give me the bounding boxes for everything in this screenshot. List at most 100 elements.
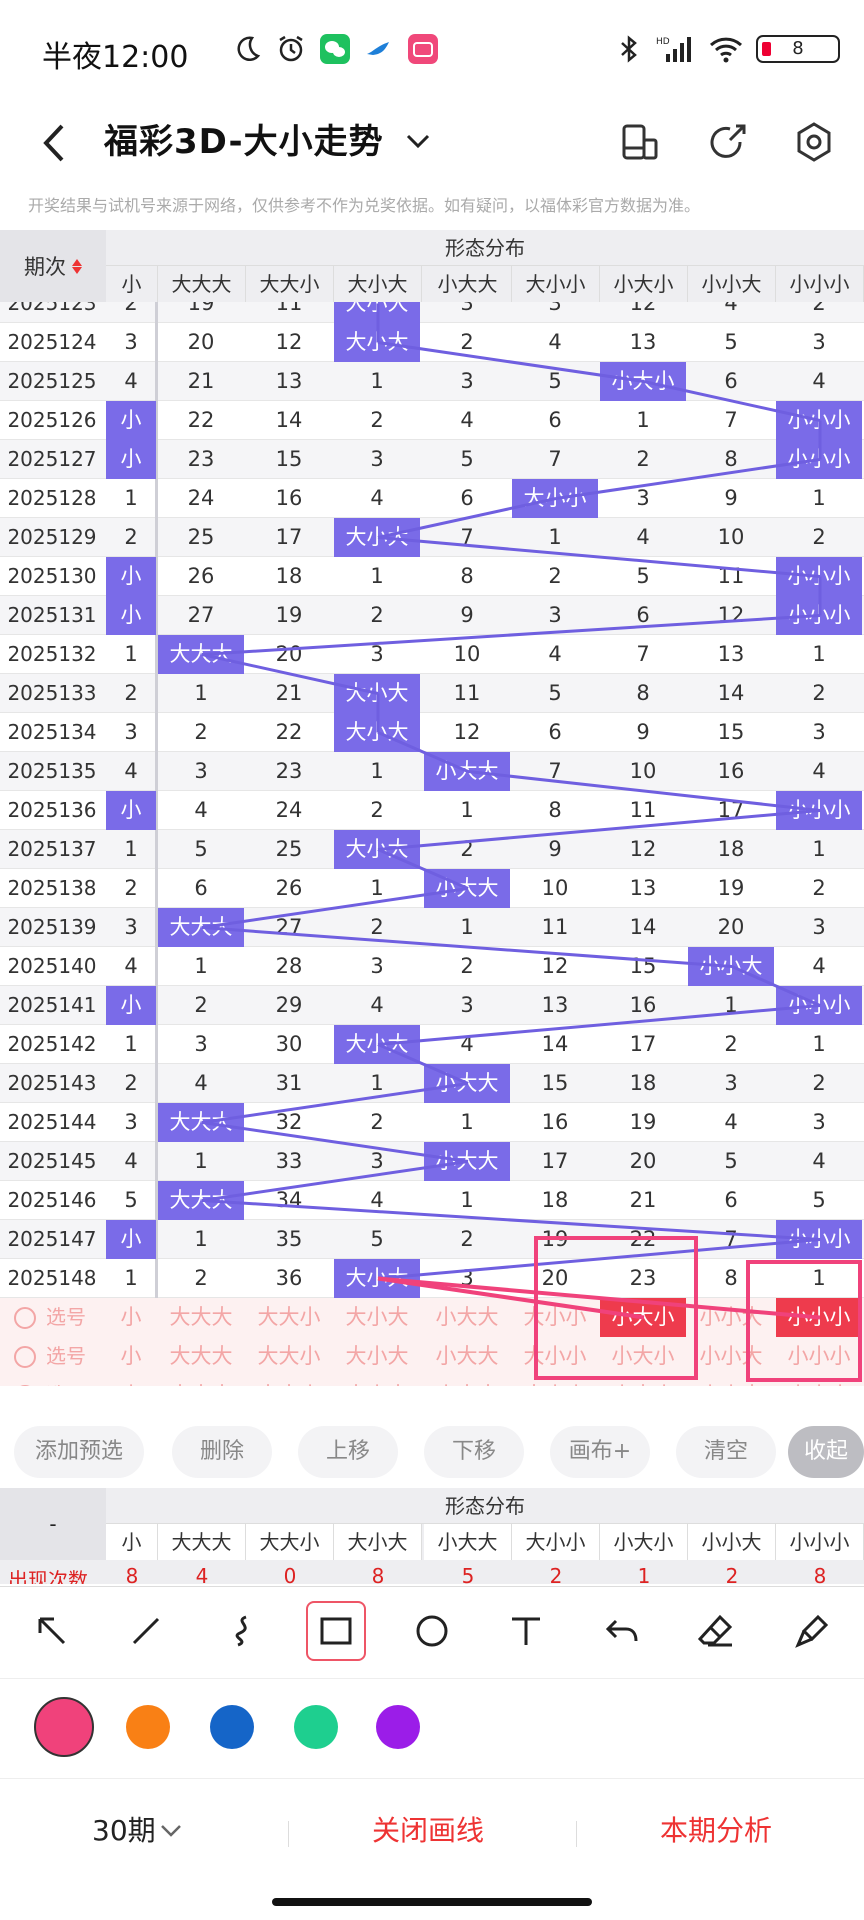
- clock: 半夜12:00: [42, 40, 189, 75]
- footer-bar: 30期 关闭画线 本期分析: [0, 1778, 864, 1882]
- alarm-icon: [279, 35, 303, 62]
- count-label: 出现次数: [8, 1568, 88, 1584]
- color-swatch[interactable]: [34, 1697, 94, 1757]
- share-icon[interactable]: [700, 114, 756, 170]
- notification-icons: [232, 34, 438, 64]
- trend-line: [377, 731, 469, 773]
- period-select-label: 30期: [92, 1814, 156, 1847]
- rectangle-icon[interactable]: [306, 1601, 366, 1661]
- wifi-icon: [709, 37, 743, 63]
- select-arrow-icon[interactable]: [22, 1601, 82, 1661]
- text-icon[interactable]: [496, 1601, 556, 1661]
- left-cut-header: 小: [106, 266, 158, 302]
- count-value: 8: [371, 1564, 385, 1584]
- stats-column-header: 小大小: [600, 1524, 688, 1560]
- trend-line: [377, 497, 557, 539]
- page-title[interactable]: 福彩3D-大小走势: [104, 114, 384, 163]
- group-header: 形态分布: [106, 230, 864, 266]
- battery-level: 8: [792, 38, 804, 59]
- period-select[interactable]: 30期: [92, 1809, 186, 1849]
- delete-button[interactable]: 删除: [172, 1426, 272, 1478]
- divider: [288, 1821, 289, 1847]
- stats-column-header: 小大大: [424, 1524, 512, 1560]
- add-preselect-button[interactable]: 添加预选: [14, 1426, 144, 1478]
- column-header: 小大大: [424, 266, 512, 302]
- moon-icon: [237, 36, 261, 61]
- column-header: 大小小: [512, 266, 600, 302]
- move-up-button[interactable]: 上移: [298, 1426, 398, 1478]
- trend-line: [377, 809, 821, 851]
- stats-dash: -: [0, 1488, 106, 1560]
- trend-line: [555, 458, 821, 500]
- home-indicator: [272, 1898, 592, 1906]
- count-value: 2: [549, 1564, 563, 1584]
- stats-column-header: 大小大: [334, 1524, 422, 1560]
- trend-line-overlay: [201, 303, 862, 1382]
- count-value: 2: [725, 1564, 739, 1584]
- eraser-icon[interactable]: [686, 1601, 746, 1661]
- nav-header: 福彩3D-大小走势: [0, 100, 864, 190]
- color-swatch[interactable]: [210, 1705, 254, 1749]
- trend-line: [377, 341, 645, 383]
- collapse-button[interactable]: 收起: [788, 1426, 864, 1478]
- left-count: 8: [125, 1564, 139, 1584]
- count-value: 4: [195, 1564, 209, 1584]
- count-value: 5: [461, 1564, 475, 1584]
- column-header: 小大小: [600, 266, 688, 302]
- curve-icon[interactable]: [212, 1601, 272, 1661]
- settings-icon[interactable]: [786, 114, 842, 170]
- sort-icon: [72, 258, 82, 274]
- drawing-toolbar: [0, 1586, 864, 1676]
- bilibili-icon: [408, 34, 438, 64]
- clear-brush-icon[interactable]: [782, 1601, 842, 1661]
- disclaimer-text: 开奖结果与试机号来源于网络，仅供参考不作为兑奖依据。如有疑问，以福体彩官方数据为…: [28, 196, 701, 215]
- action-button-bar: 添加预选 删除 上移 下移 画布+ 清空 收起: [0, 1408, 864, 1488]
- color-swatch[interactable]: [376, 1705, 420, 1749]
- divider: [576, 1821, 577, 1847]
- analysis-button[interactable]: 本期分析: [660, 1809, 772, 1849]
- stats-column-header: 小小大: [688, 1524, 776, 1560]
- status-bar: 半夜12:00 HD 8: [0, 0, 864, 100]
- stats-group-header: 形态分布: [106, 1488, 864, 1524]
- move-down-button[interactable]: 下移: [424, 1426, 524, 1478]
- trend-line: [201, 1082, 469, 1124]
- drawn-rectangle[interactable]: [746, 1260, 862, 1382]
- clear-button[interactable]: 清空: [676, 1426, 776, 1478]
- trend-line: [377, 848, 469, 890]
- canvas-plus-button[interactable]: 画布+: [550, 1426, 650, 1478]
- trend-line: [643, 380, 821, 422]
- column-header: 小小小: [776, 266, 864, 302]
- trend-line: [201, 887, 469, 929]
- count-value: 0: [283, 1564, 297, 1584]
- period-sort-header[interactable]: 期次: [0, 230, 106, 302]
- table-body: 202512321911大小大331242202512432012大小大2413…: [0, 302, 864, 1386]
- signal-icon: HD: [656, 37, 691, 62]
- chevron-down-icon[interactable]: [400, 116, 436, 166]
- stats-left-cut-header: 小: [106, 1524, 158, 1560]
- stats-panel: - 形态分布 小 大大大 大大小 大小大 小大大 大小小 小大小 小小大 小小小 出现次数 8…: [0, 1488, 864, 1584]
- trend-line: [377, 1238, 821, 1280]
- trend-line: [201, 1199, 821, 1241]
- trend-line: [201, 653, 379, 695]
- color-swatch[interactable]: [294, 1705, 338, 1749]
- layout-toggle-icon[interactable]: [612, 114, 668, 170]
- undo-icon[interactable]: [592, 1601, 652, 1661]
- stats-column-header: 小小小: [776, 1524, 864, 1560]
- close-lines-button[interactable]: 关闭画线: [372, 1809, 484, 1849]
- back-arrow-icon[interactable]: [34, 118, 74, 168]
- column-header: 大大大: [158, 266, 246, 302]
- color-palette: [0, 1678, 864, 1774]
- trend-line: [201, 1160, 469, 1202]
- wechat-icon: [320, 34, 350, 64]
- color-swatch[interactable]: [126, 1705, 170, 1749]
- circle-icon[interactable]: [402, 1601, 462, 1661]
- trend-line: [201, 614, 821, 656]
- trend-line: [377, 536, 821, 578]
- trend-line: [201, 1121, 469, 1163]
- trend-line: [731, 965, 821, 1007]
- column-header: 大大小: [246, 266, 334, 302]
- trend-line: [377, 1043, 469, 1085]
- line-icon[interactable]: [116, 1601, 176, 1661]
- count-value: 8: [813, 1564, 827, 1584]
- svg-text:HD: HD: [656, 37, 670, 47]
